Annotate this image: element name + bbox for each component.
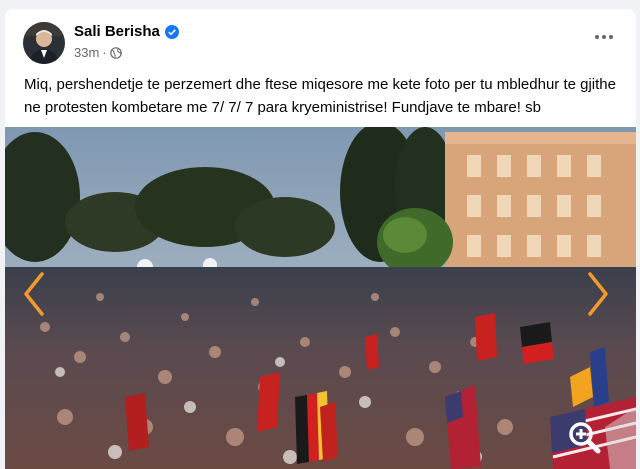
globe-icon	[109, 46, 122, 59]
post-timestamp[interactable]: 33m	[74, 45, 99, 60]
post-card: Sali Berisha 33m · Miq, pershendetje te …	[5, 9, 636, 469]
post-text: Miq, pershendetje te perzemert dhe ftese…	[24, 76, 616, 116]
author-name-row: Sali Berisha	[74, 23, 179, 40]
chevron-right-icon[interactable]	[585, 270, 611, 318]
chevron-left-icon[interactable]	[21, 270, 47, 318]
meta-separator: ·	[102, 45, 107, 60]
avatar[interactable]	[23, 22, 65, 64]
more-options-icon[interactable]	[592, 27, 616, 47]
verified-badge-icon	[164, 24, 179, 39]
post-meta: 33m ·	[74, 45, 122, 60]
zoom-in-icon[interactable]	[566, 419, 602, 455]
author-name[interactable]: Sali Berisha	[74, 23, 160, 40]
post-photo[interactable]	[5, 127, 636, 469]
